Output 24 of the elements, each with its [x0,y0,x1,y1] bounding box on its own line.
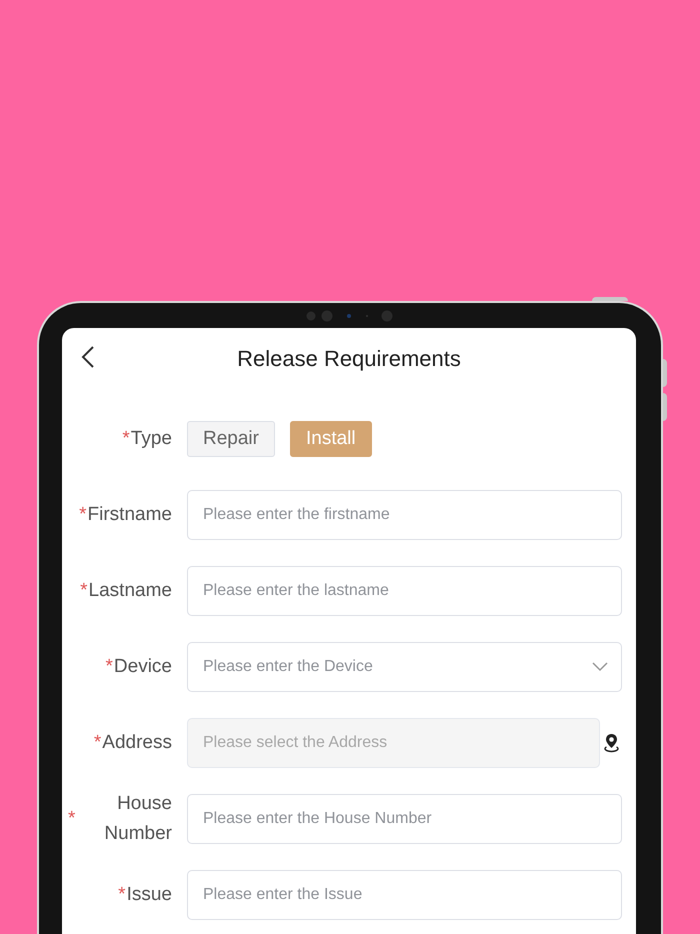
location-pin-icon[interactable] [603,733,620,753]
required-mark: * [122,426,130,451]
field-label: Issue [126,883,172,907]
field-label: Device [114,655,172,679]
input-field[interactable]: Please enter the firstname [187,490,622,540]
required-mark: * [80,578,88,603]
input-field[interactable]: Please enter the lastname [187,566,622,616]
chevron-down-icon [592,662,608,672]
field-label: Lastname [88,579,172,603]
required-mark: * [79,502,87,527]
device-dropdown[interactable]: Please enter the Device [187,642,622,692]
page-title: Release Requirements [237,344,461,373]
required-mark: * [118,882,126,907]
required-mark: * [106,654,113,679]
field-label: Address [102,731,172,755]
required-mark: * [68,806,76,831]
type-option[interactable]: Repair [187,421,275,457]
required-mark: * [94,730,102,755]
back-icon[interactable] [81,345,95,369]
input-field[interactable]: Please enter the House Number [187,794,622,844]
field-label: House Number [103,792,172,846]
field-label: Firstname [88,503,172,527]
field-label: Type [130,427,172,451]
input-field[interactable]: Please enter the Issue [187,870,622,920]
